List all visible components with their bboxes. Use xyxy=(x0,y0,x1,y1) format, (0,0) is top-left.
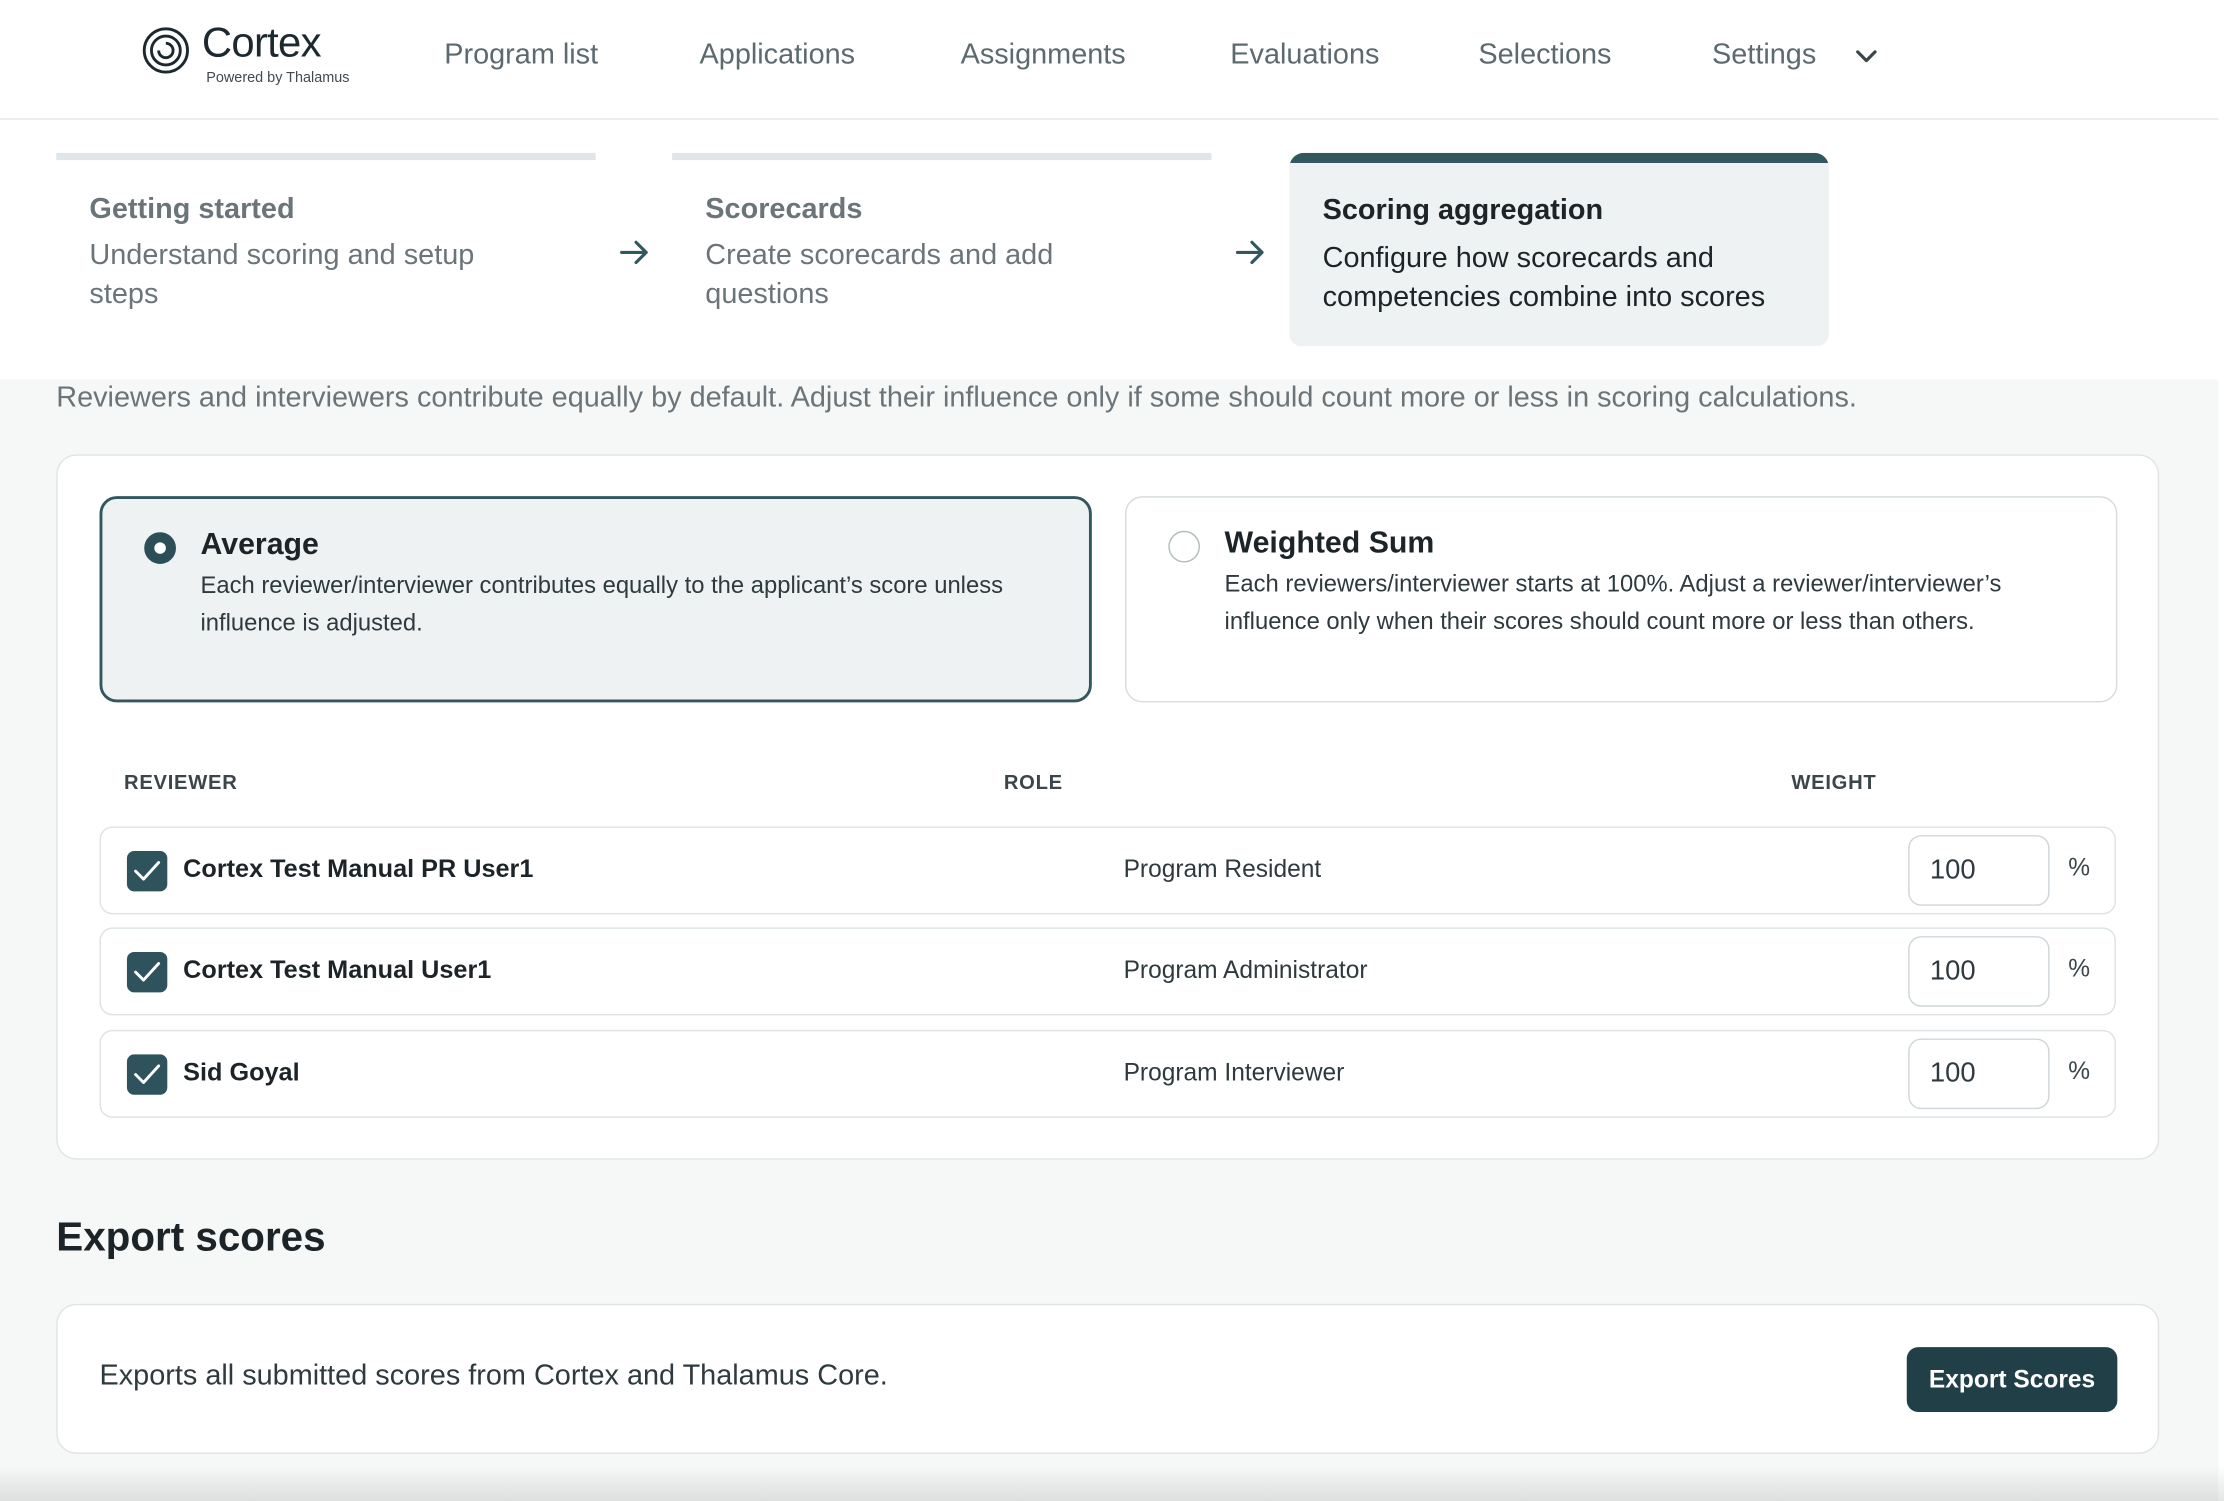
nav-program-list[interactable]: Program list xyxy=(444,39,598,72)
step-scoring-aggregation[interactable]: Scoring aggregation Configure how scorec… xyxy=(1289,152,1829,347)
export-description: Exports all submitted scores from Cortex… xyxy=(99,1360,888,1392)
nav-applications[interactable]: Applications xyxy=(700,39,856,72)
nav-evaluations[interactable]: Evaluations xyxy=(1230,39,1379,72)
check-icon xyxy=(134,1064,161,1084)
percent-unit: % xyxy=(2068,954,2091,983)
option-title: Average xyxy=(200,527,319,562)
option-description: Each reviewer/interviewer contributes eq… xyxy=(200,572,1004,636)
column-header-reviewer: REVIEWER xyxy=(124,770,238,794)
step-description: Configure how scorecards and competencie… xyxy=(1322,242,1766,313)
table-row: Cortex Test Manual User1 Program Adminis… xyxy=(99,927,2116,1016)
option-average[interactable]: Average Each reviewer/interviewer contri… xyxy=(99,496,1092,703)
percent-unit: % xyxy=(2068,853,2091,882)
arrow-right-icon xyxy=(1235,240,1264,265)
step-title: Scorecards xyxy=(705,193,863,226)
export-heading: Export scores xyxy=(56,1214,326,1260)
step-progress-bar xyxy=(1289,152,1829,163)
export-card: Exports all submitted scores from Cortex… xyxy=(56,1303,2160,1454)
bottom-shadow xyxy=(0,1465,2224,1501)
step-description: Create scorecards and add questions xyxy=(705,239,1054,311)
option-description: Each reviewers/interviewer starts at 100… xyxy=(1224,571,2002,634)
weighted-sum-radio[interactable] xyxy=(1168,530,1201,563)
percent-unit: % xyxy=(2068,1057,2091,1085)
logo-name: Cortex xyxy=(201,20,322,67)
nav-settings[interactable]: Settings xyxy=(1712,39,1816,72)
reviewer-checkbox[interactable] xyxy=(126,951,168,993)
option-weighted-sum[interactable]: Weighted Sum Each reviewers/interviewer … xyxy=(1125,496,2118,703)
page: Cortex Powered by Thalamus Program list … xyxy=(0,0,2224,1501)
setup-stepper: Getting started Understand scoring and s… xyxy=(0,119,2219,380)
reviewer-name: Sid Goyal xyxy=(183,1057,300,1087)
reviewer-role: Program Resident xyxy=(1123,855,1322,883)
column-header-role: ROLE xyxy=(1003,770,1063,794)
weight-input[interactable] xyxy=(1908,1038,2050,1110)
average-radio[interactable] xyxy=(144,532,176,564)
step-title: Getting started xyxy=(89,193,295,226)
step-title: Scoring aggregation xyxy=(1322,194,1604,227)
reviewer-checkbox[interactable] xyxy=(126,850,168,892)
weight-input[interactable] xyxy=(1908,835,2050,906)
step-scorecards[interactable]: Scorecards Create scorecards and add que… xyxy=(672,152,1212,346)
check-icon xyxy=(134,962,161,982)
nav-selections[interactable]: Selections xyxy=(1478,39,1611,72)
table-row: Cortex Test Manual PR User1 Program Resi… xyxy=(99,826,2116,915)
reviewer-role: Program Interviewer xyxy=(1123,1058,1345,1087)
step-progress-bar xyxy=(56,152,596,161)
step-progress-bar xyxy=(672,152,1212,161)
intro-text: Reviewers and interviewers contribute eq… xyxy=(56,382,1857,414)
reviewer-name: Cortex Test Manual PR User1 xyxy=(183,853,534,883)
cortex-spiral-icon xyxy=(142,27,189,74)
step-description: Understand scoring and setup steps xyxy=(89,239,475,311)
reviewer-name: Cortex Test Manual User1 xyxy=(183,954,492,984)
page-edge xyxy=(2218,0,2224,1501)
check-icon xyxy=(134,861,161,881)
export-scores-button[interactable]: Export Scores xyxy=(1906,1347,2118,1413)
arrow-right-icon xyxy=(620,240,648,265)
weight-input[interactable] xyxy=(1908,936,2050,1007)
nav-assignments[interactable]: Assignments xyxy=(961,39,1126,72)
table-row: Sid Goyal Program Interviewer % xyxy=(99,1029,2116,1118)
reviewer-role: Program Administrator xyxy=(1123,956,1368,984)
reviewer-checkbox[interactable] xyxy=(126,1054,168,1095)
logo-subtitle: Powered by Thalamus xyxy=(206,70,350,87)
option-title: Weighted Sum xyxy=(1224,526,1435,560)
column-header-weight: WEIGHT xyxy=(1791,770,1877,794)
step-getting-started[interactable]: Getting started Understand scoring and s… xyxy=(56,152,596,346)
top-nav: Cortex Powered by Thalamus Program list … xyxy=(0,0,2219,120)
chevron-down-icon[interactable] xyxy=(1852,42,1881,71)
